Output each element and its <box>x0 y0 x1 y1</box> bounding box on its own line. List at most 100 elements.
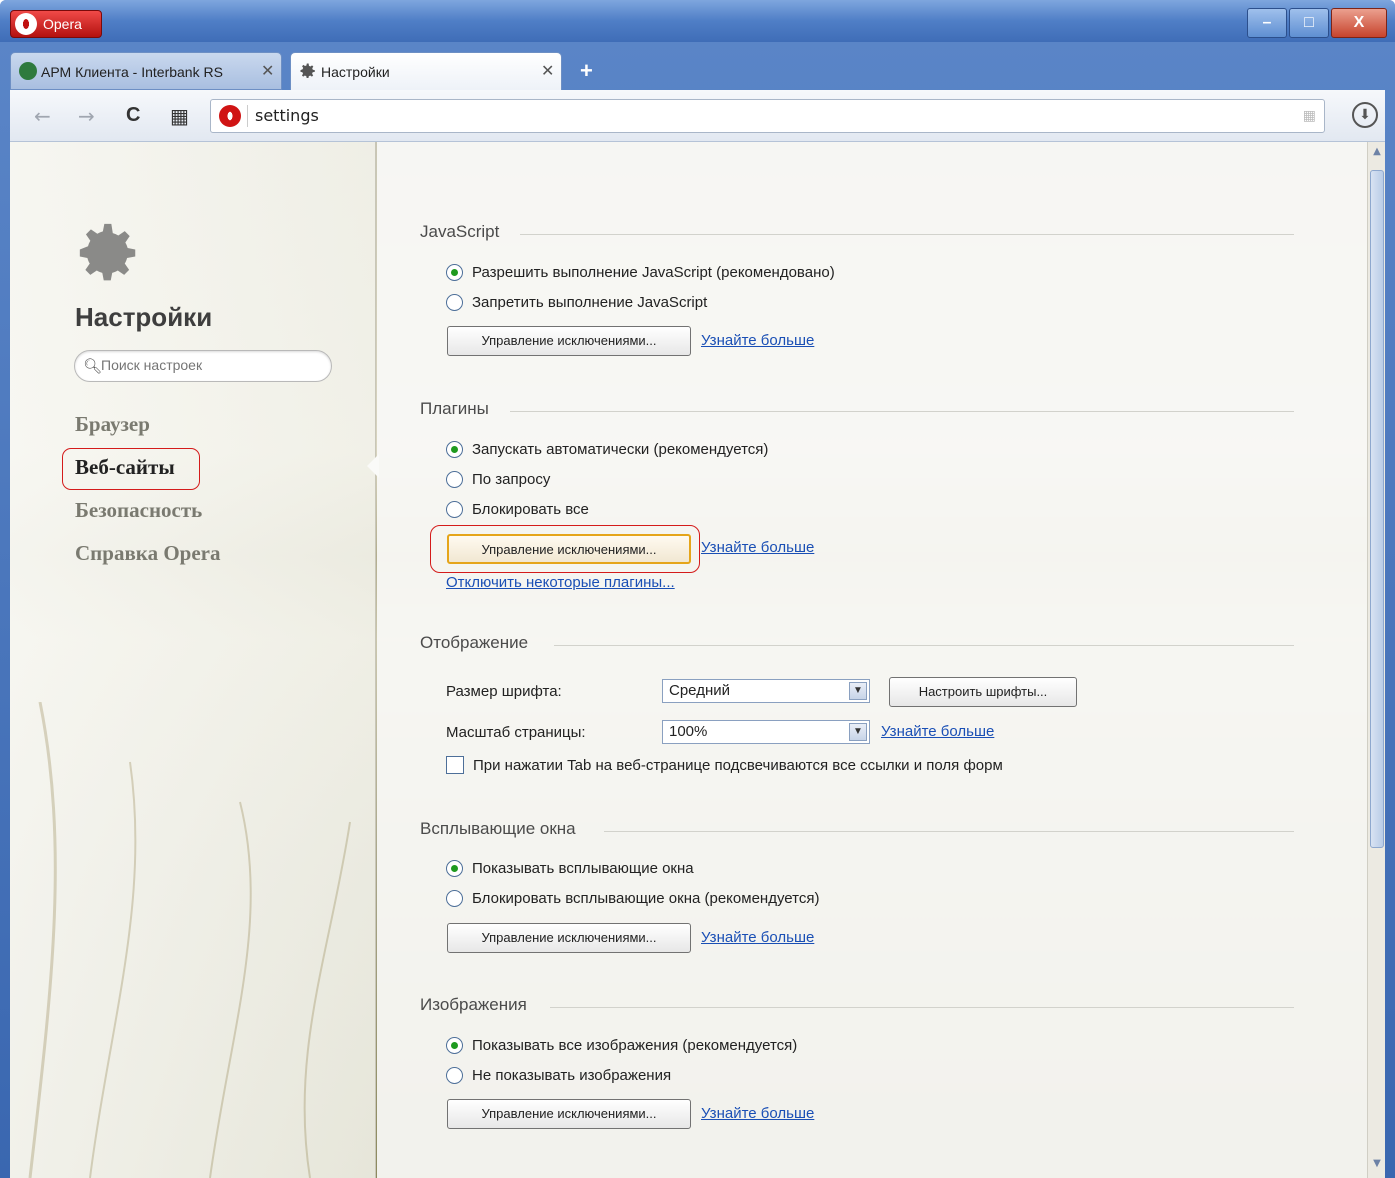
download-icon[interactable]: ⬇ <box>1352 102 1378 128</box>
minimize-button[interactable]: – <box>1247 8 1287 38</box>
radio-label: Блокировать все <box>472 501 589 518</box>
settings-main: JavaScript Разрешить выполнение JavaScri… <box>377 142 1367 1178</box>
radio-checked-icon <box>446 1037 463 1054</box>
section-divider <box>510 411 1294 412</box>
zoom-value: 100% <box>669 723 708 740</box>
zoom-label: Масштаб страницы: <box>446 724 586 741</box>
plugins-manage-exceptions-button[interactable]: Управление исключениями... <box>447 534 691 564</box>
radio-label: Показывать всплывающие окна <box>472 860 694 877</box>
zoom-select[interactable]: 100% ▼ <box>662 720 870 744</box>
radio-label: Запретить выполнение JavaScript <box>472 294 708 311</box>
settings-gear-icon <box>79 223 136 281</box>
vertical-scrollbar[interactable]: ▲ ▼ <box>1367 142 1385 1178</box>
chevron-down-icon: ▼ <box>849 723 867 741</box>
radio-js-block[interactable]: Запретить выполнение JavaScript <box>446 294 707 311</box>
radio-plugins-auto[interactable]: Запускать автоматически (рекомендуется) <box>446 441 768 458</box>
tab-highlight-checkbox[interactable]: При нажатии Tab на веб-странице подсвечи… <box>446 756 1003 774</box>
disable-plugins-link[interactable]: Отключить некоторые плагины... <box>446 574 675 591</box>
radio-icon <box>446 501 463 518</box>
radio-label: По запросу <box>472 471 551 488</box>
radio-popups-block[interactable]: Блокировать всплывающие окна (рекомендуе… <box>446 890 819 907</box>
font-size-label: Размер шрифта: <box>446 683 562 700</box>
checkbox-label: При нажатии Tab на веб-странице подсвечи… <box>473 756 1003 774</box>
section-divider <box>554 645 1294 646</box>
gear-icon <box>299 62 317 80</box>
close-tab-icon[interactable]: ✕ <box>261 61 274 81</box>
settings-nav: Браузер Веб-сайты Безопасность Справка O… <box>75 408 220 580</box>
new-tab-button[interactable]: + <box>580 58 593 84</box>
settings-search[interactable]: 🔍︎ <box>74 350 332 382</box>
section-title-plugins: Плагины <box>420 399 489 418</box>
popups-manage-exceptions-button[interactable]: Управление исключениями... <box>447 923 691 953</box>
toolbar: ← → C ▦ settings ▦ ⬇ <box>10 90 1385 142</box>
opera-menu-button[interactable]: Opera <box>10 10 102 38</box>
radio-icon <box>446 1067 463 1084</box>
radio-label: Показывать все изображения (рекомендуетс… <box>472 1037 798 1054</box>
font-size-value: Средний <box>669 682 730 699</box>
radio-plugins-on-demand[interactable]: По запросу <box>446 471 550 488</box>
maximize-button[interactable]: □ <box>1289 8 1329 38</box>
scroll-down-icon[interactable]: ▼ <box>1370 1158 1384 1174</box>
plugins-learn-more-link[interactable]: Узнайте больше <box>701 539 814 556</box>
tab-interbank[interactable]: АРМ Клиента - Interbank RS ✕ <box>10 52 282 90</box>
radio-label: Не показывать изображения <box>472 1067 672 1084</box>
radio-checked-icon <box>446 441 463 458</box>
section-title-popups: Всплывающие окна <box>420 819 576 838</box>
js-learn-more-link[interactable]: Узнайте больше <box>701 332 814 349</box>
opera-logo-icon <box>15 13 37 35</box>
tab-label: АРМ Клиента - Interbank RS <box>41 64 223 80</box>
radio-icon <box>446 890 463 907</box>
search-icon: 🔍︎ <box>83 357 103 375</box>
selection-highlight-ring <box>62 448 200 490</box>
settings-sidebar: Настройки 🔍︎ Браузер Веб-сайты Безопасно… <box>10 142 376 1178</box>
images-learn-more-link[interactable]: Узнайте больше <box>701 1105 814 1122</box>
interbank-icon <box>19 62 37 80</box>
nav-item-security[interactable]: Безопасность <box>75 494 220 537</box>
customize-fonts-button[interactable]: Настроить шрифты... <box>889 677 1077 707</box>
title-bar: Opera – □ X <box>0 0 1395 42</box>
speed-dial-icon[interactable]: ▦ <box>170 104 189 128</box>
nav-item-browser[interactable]: Браузер <box>75 408 220 451</box>
images-manage-exceptions-button[interactable]: Управление исключениями... <box>447 1099 691 1129</box>
section-title-images: Изображения <box>420 995 527 1014</box>
scroll-up-icon[interactable]: ▲ <box>1370 146 1384 162</box>
chevron-down-icon: ▼ <box>849 682 867 700</box>
scrollbar-thumb[interactable] <box>1370 170 1384 848</box>
radio-images-hide[interactable]: Не показывать изображения <box>446 1067 671 1084</box>
radio-js-allow[interactable]: Разрешить выполнение JavaScript (рекомен… <box>446 264 835 281</box>
close-window-button[interactable]: X <box>1331 8 1387 38</box>
back-icon[interactable]: ← <box>34 104 51 128</box>
radio-checked-icon <box>446 264 463 281</box>
settings-title: Настройки <box>75 302 213 332</box>
radio-icon <box>446 471 463 488</box>
radio-checked-icon <box>446 860 463 877</box>
popups-learn-more-link[interactable]: Узнайте больше <box>701 929 814 946</box>
section-divider <box>604 831 1294 832</box>
js-manage-exceptions-button[interactable]: Управление исключениями... <box>447 326 691 356</box>
checkbox-icon <box>446 756 464 774</box>
browser-window: Opera – □ X АРМ Клиента - Interbank RS ✕… <box>0 0 1395 1178</box>
display-learn-more-link[interactable]: Узнайте больше <box>881 723 994 740</box>
reload-icon[interactable]: C <box>126 104 140 127</box>
forward-icon[interactable]: → <box>78 104 95 128</box>
tab-settings[interactable]: Настройки ✕ <box>290 52 562 90</box>
speed-dial-grid-icon[interactable]: ▦ <box>1303 108 1316 124</box>
radio-plugins-block[interactable]: Блокировать все <box>446 501 589 518</box>
address-bar[interactable]: settings ▦ <box>210 99 1325 133</box>
radio-images-show[interactable]: Показывать все изображения (рекомендуетс… <box>446 1037 797 1054</box>
radio-label: Разрешить выполнение JavaScript (рекомен… <box>472 264 835 281</box>
address-divider <box>247 105 248 127</box>
nav-item-opera-help[interactable]: Справка Opera <box>75 537 220 580</box>
radio-popups-show[interactable]: Показывать всплывающие окна <box>446 860 694 877</box>
tab-label: Настройки <box>321 64 390 80</box>
font-size-select[interactable]: Средний ▼ <box>662 679 870 703</box>
search-input[interactable] <box>101 357 321 373</box>
radio-label: Запускать автоматически (рекомендуется) <box>472 441 769 458</box>
section-divider <box>520 234 1294 235</box>
settings-page: Настройки 🔍︎ Браузер Веб-сайты Безопасно… <box>10 142 1385 1178</box>
opera-menu-label: Opera <box>43 16 82 32</box>
close-tab-icon[interactable]: ✕ <box>541 61 554 81</box>
opera-page-icon <box>219 105 241 127</box>
radio-label: Блокировать всплывающие окна (рекомендуе… <box>472 890 820 907</box>
section-divider <box>550 1007 1294 1008</box>
